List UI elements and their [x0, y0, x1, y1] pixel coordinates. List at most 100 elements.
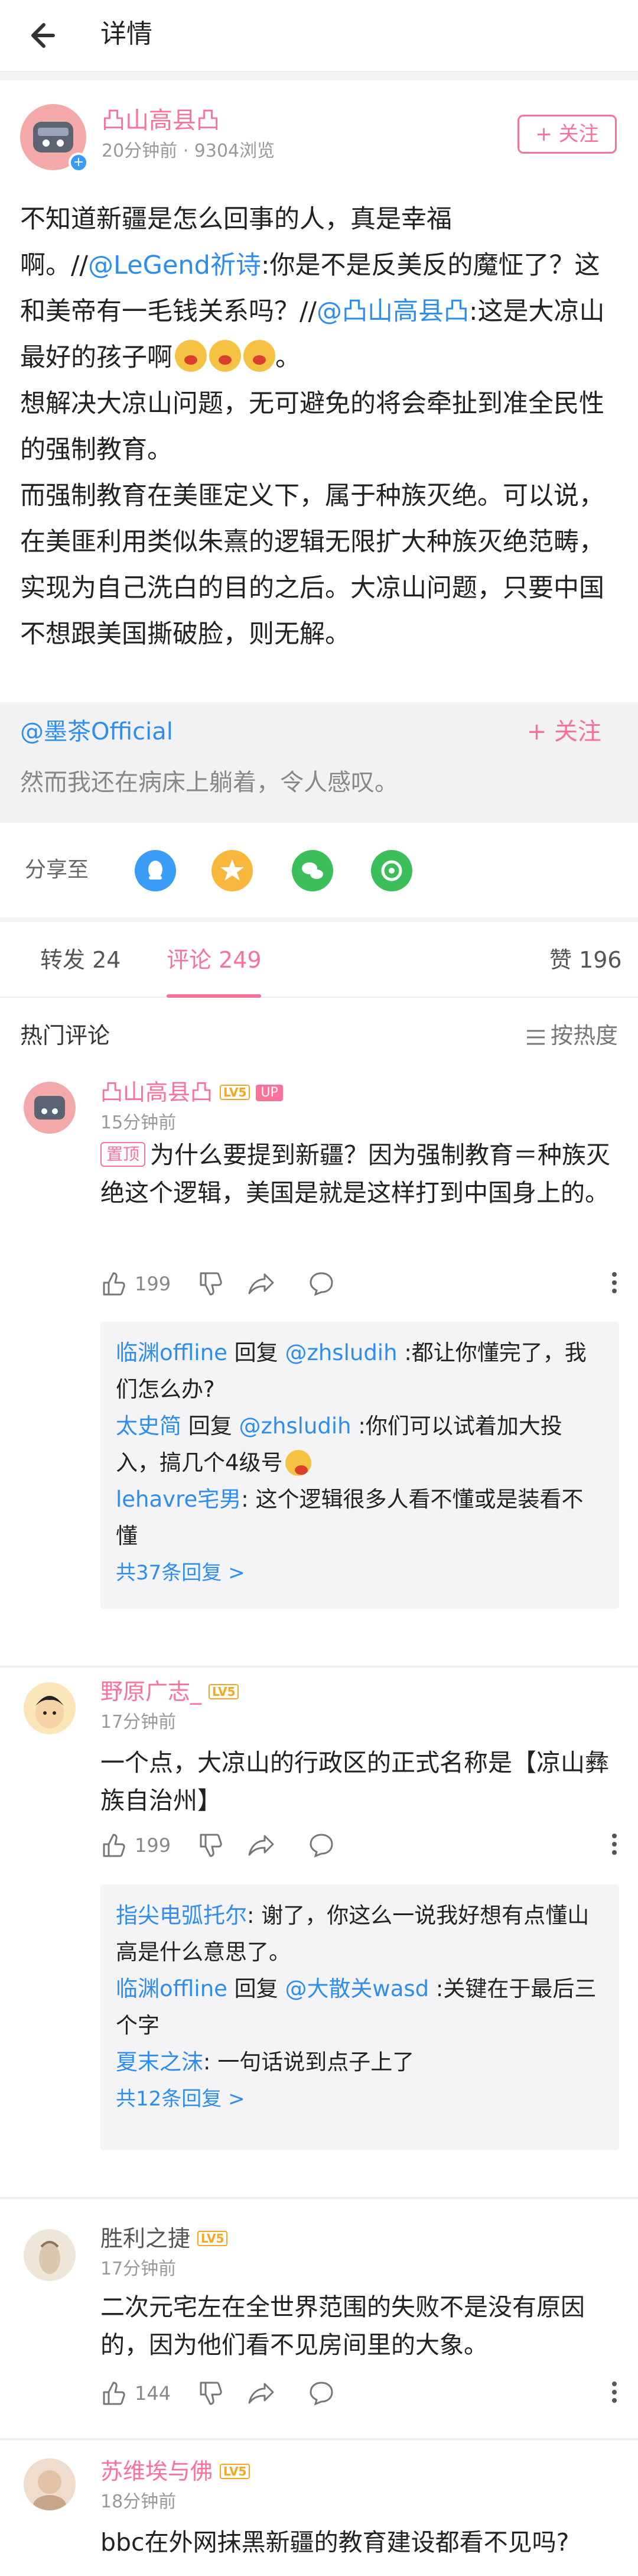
sort-button[interactable]: 按热度 — [526, 1019, 618, 1052]
post-paragraph-2: 想解决大凉山问题，无可避免的将会牵扯到准全民性的强制教育。 — [20, 389, 604, 465]
post-card: + 凸山高县凸 20分钟前 · 9304浏览 + 关注 不知道新疆是怎么回事的人… — [0, 80, 638, 702]
reply-icon[interactable] — [307, 1832, 336, 1861]
like-count: 144 — [135, 2382, 171, 2405]
comment-time: 17分钟前 — [100, 2259, 177, 2279]
commenter-name-text: 凸山高县凸 — [100, 1079, 213, 1105]
commenter-avatar[interactable] — [24, 1682, 76, 1734]
comment-body: 为什么要提到新疆？因为强制教育＝种族灭绝这个逻辑，美国是就是这样打到中国身上的。 — [100, 1141, 611, 1207]
post-meta: 20分钟前 · 9304浏览 — [102, 141, 275, 161]
follow-button[interactable]: + 关注 — [517, 115, 617, 154]
reply-item[interactable]: 太史简 回复 @zhsludih :你们可以试着加大投入，搞几个4级号 — [116, 1408, 604, 1481]
commenter-avatar[interactable] — [24, 2458, 76, 2510]
comment-time: 15分钟前 — [100, 1112, 177, 1133]
comment-time: 18分钟前 — [100, 2491, 177, 2512]
comment-actions: 199 — [100, 1828, 620, 1863]
share-icon[interactable] — [247, 1271, 275, 1299]
reply-user[interactable]: 临渊offline — [116, 1340, 227, 1365]
reply-word: 回复 — [188, 1413, 232, 1439]
sort-label: 按热度 — [550, 1023, 618, 1049]
reply-user[interactable]: 指尖电弧托尔 — [116, 1903, 247, 1928]
level-badge: LV5 — [197, 2231, 228, 2246]
comment-item: 胜利之捷 LV5 17分钟前 二次元宅左在全世界范围的失败不是没有原因的，因为他们… — [0, 2199, 638, 2439]
reply-user[interactable]: lehavre宅男 — [116, 1487, 241, 1512]
commenter-avatar[interactable] — [24, 1082, 76, 1134]
crying-emoji-icon — [175, 340, 207, 372]
view-all-replies-link[interactable]: 共12条回复 > — [116, 2081, 604, 2117]
level-badge: LV5 — [220, 2464, 250, 2479]
commenter-name-text: 苏维埃与佛 — [100, 2458, 213, 2484]
commenter-name[interactable]: 野原广志_ LV5 — [100, 1676, 239, 1707]
qzone-icon[interactable] — [211, 850, 253, 891]
reply-target[interactable]: @zhsludih — [239, 1413, 351, 1439]
level-badge: LV5 — [209, 1684, 239, 1699]
crying-emoji-icon — [209, 340, 241, 372]
more-options-icon[interactable] — [611, 1830, 618, 1858]
tab-likes[interactable]: 赞 196 — [549, 943, 622, 976]
commenter-name[interactable]: 胜利之捷 LV5 — [100, 2223, 228, 2254]
reply-icon[interactable] — [307, 2380, 336, 2409]
comment-item: 野原广志_ LV5 17分钟前 一个点，大凉山的行政区的正式名称是【凉山彝族自治州… — [0, 1668, 638, 2198]
like-icon[interactable] — [100, 1832, 126, 1861]
repost-source[interactable]: @墨茶Official + 关注 然而我还在病床上躺着，令人感叹。 — [0, 702, 638, 823]
comment-text: 置顶 为什么要提到新疆？因为强制教育＝种族灭绝这个逻辑，美国是就是这样打到中国身上… — [100, 1136, 620, 1212]
repost-follow-button[interactable]: + 关注 — [527, 715, 601, 748]
reply-preview[interactable]: 临渊offline 回复 @zhsludih :都让你懂完了，我们怎么办? 太史… — [100, 1322, 619, 1609]
comment-item: 凸山高县凸 LV5 UP 15分钟前 置顶 为什么要提到新疆？因为强制教育＝种族灭绝这… — [0, 1073, 638, 1667]
like-count: 199 — [135, 1834, 171, 1857]
reply-user[interactable]: 太史简 — [116, 1413, 181, 1439]
tab-bar: 转发 24 评论 249 赞 196 — [0, 922, 638, 998]
back-arrow-icon[interactable] — [27, 18, 63, 53]
like-icon[interactable] — [100, 2380, 126, 2409]
crying-emoji-icon — [243, 340, 275, 372]
post-paragraph-1: 不知道新疆是怎么回事的人，真是幸福啊。//@LeGend祈诗:你是不是反美反的魔… — [20, 196, 618, 381]
commenter-name[interactable]: 凸山高县凸 LV5 UP — [100, 1077, 283, 1108]
dislike-icon[interactable] — [197, 1271, 223, 1299]
comment-item: 苏维埃与佛 LV5 18分钟前 bbc在外网抹黑新疆的教育建设都看不见吗? — [0, 2441, 638, 2576]
reply-text: : 一句话说到点子上了 — [203, 2049, 415, 2075]
verified-icon: + — [69, 153, 89, 173]
share-bar: 分享至 — [0, 823, 638, 917]
reply-word: 回复 — [234, 1976, 278, 2001]
share-label: 分享至 — [25, 858, 89, 882]
repost-text: 然而我还在病床上躺着，令人感叹。 — [20, 769, 398, 796]
dislike-icon[interactable] — [197, 2380, 223, 2409]
reply-word: 回复 — [234, 1340, 278, 1365]
reply-item[interactable]: 临渊offline 回复 @zhsludih :都让你懂完了，我们怎么办? — [116, 1335, 604, 1408]
more-options-icon[interactable] — [611, 2378, 618, 2406]
share-icon[interactable] — [247, 2380, 275, 2409]
reply-item[interactable]: 夏末之沫: 一句话说到点子上了 — [116, 2044, 604, 2081]
like-count: 199 — [135, 1273, 171, 1295]
reply-item[interactable]: lehavre宅男: 这个逻辑很多人看不懂或是装看不懂 — [116, 1481, 604, 1555]
reply-item[interactable]: 临渊offline 回复 @大散关wasd :关键在于最后三个字 — [116, 1971, 604, 2044]
tab-comments[interactable]: 评论 249 — [167, 943, 262, 976]
mention-link[interactable]: @LeGend祈诗 — [88, 251, 261, 280]
commenter-name[interactable]: 苏维埃与佛 LV5 — [100, 2456, 250, 2487]
reply-target[interactable]: @大散关wasd — [285, 1976, 429, 2001]
post-text: 。 — [275, 343, 301, 372]
reply-icon[interactable] — [307, 1271, 336, 1299]
emoji-icon — [285, 1450, 311, 1476]
reply-preview[interactable]: 指尖电弧托尔: 谢了，你这么一说我好想有点懂山高是什么意思了。 临渊offlin… — [100, 1884, 619, 2150]
moments-icon[interactable] — [371, 850, 412, 891]
sort-icon — [526, 1029, 546, 1046]
commenter-name-text: 野原广志_ — [100, 1679, 202, 1705]
reply-item[interactable]: 指尖电弧托尔: 谢了，你这么一说我好想有点懂山高是什么意思了。 — [116, 1897, 604, 1971]
more-options-icon[interactable] — [611, 1268, 618, 1297]
author-name[interactable]: 凸山高县凸 — [102, 104, 220, 137]
repost-author[interactable]: @墨茶Official — [20, 715, 173, 748]
reply-target[interactable]: @zhsludih — [285, 1340, 397, 1365]
mention-link[interactable]: @凸山高县凸 — [317, 297, 469, 326]
like-icon[interactable] — [100, 1271, 126, 1299]
author-avatar[interactable]: + — [20, 104, 89, 173]
tab-reposts[interactable]: 转发 24 — [40, 943, 121, 976]
view-all-replies-link[interactable]: 共37条回复 > — [116, 1555, 604, 1591]
reply-user[interactable]: 临渊offline — [116, 1976, 227, 2001]
comment-actions: 144 — [100, 2376, 620, 2411]
dislike-icon[interactable] — [197, 1832, 223, 1861]
comment-time: 17分钟前 — [100, 1712, 177, 1733]
share-icon[interactable] — [247, 1832, 275, 1861]
reply-user[interactable]: 夏末之沫 — [116, 2049, 203, 2075]
commenter-avatar[interactable] — [24, 2229, 76, 2281]
qq-icon[interactable] — [135, 850, 176, 891]
wechat-icon[interactable] — [292, 850, 333, 891]
